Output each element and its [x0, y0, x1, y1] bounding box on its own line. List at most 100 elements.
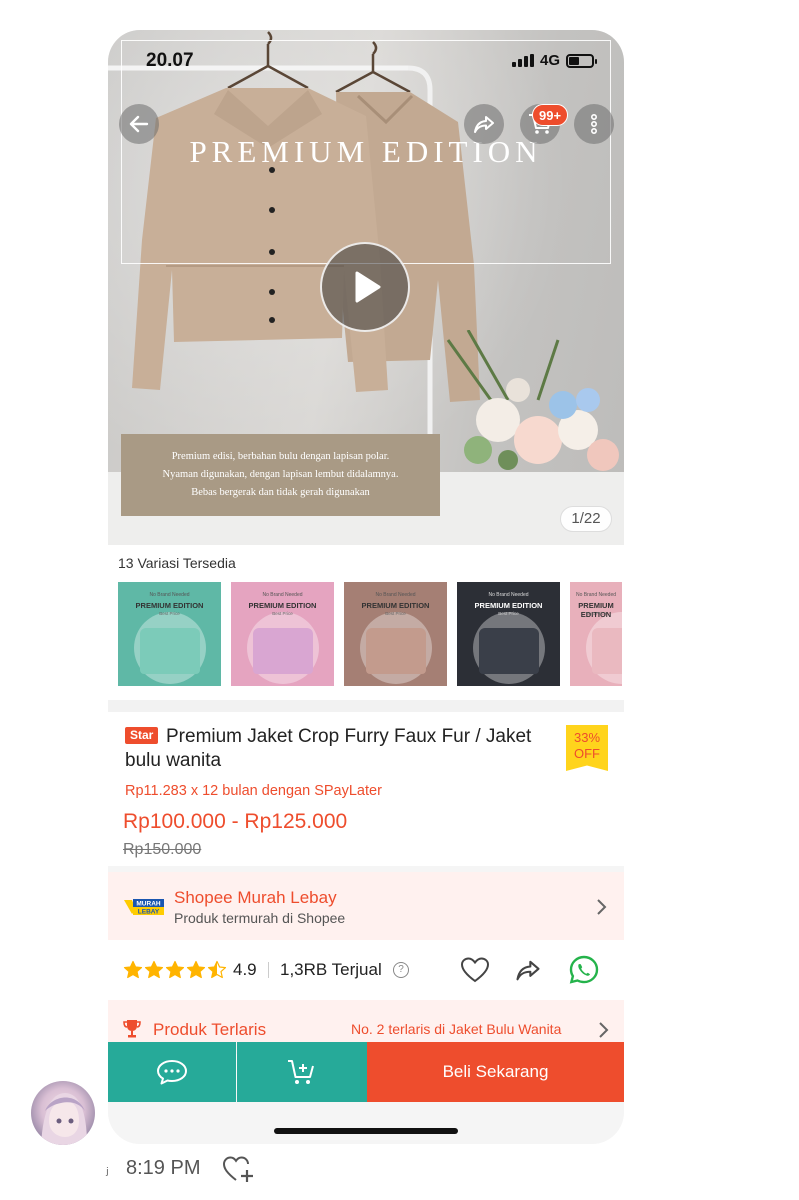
help-icon[interactable]: ? [393, 962, 409, 978]
product-image-carousel[interactable]: PREMIUM EDITION 20.07 4G 99+ Premium edi… [108, 30, 624, 545]
star-icon [207, 960, 227, 979]
whatsapp-icon[interactable] [568, 954, 600, 986]
variation-edition: PREMIUM EDITION [361, 601, 430, 610]
play-icon [355, 271, 381, 303]
hero-description-line: Bebas bergerak dan tidak gerah digunakan [191, 487, 370, 498]
variation-edition: PREMIUM EDITION [474, 601, 543, 610]
murah-lebay-title: Shopee Murah Lebay [174, 888, 337, 907]
share-icon [474, 116, 494, 133]
rating-value: 4.9 [233, 960, 257, 979]
variation-jacket-image [479, 628, 539, 674]
product-title-continued: bulu wanita [125, 750, 222, 771]
murah-logo-bottom: LEBAY [138, 908, 160, 915]
paylater-offer[interactable]: Rp11.283 x 12 bulan dengan SPayLater [125, 783, 382, 799]
star-icon [123, 960, 143, 979]
star-seller-badge: Star [125, 727, 159, 744]
variation-best-price: Best Price [498, 611, 519, 616]
buy-now-button[interactable]: Beli Sekarang [367, 1042, 624, 1102]
variation-brand: No Brand Needed [488, 592, 529, 598]
rating-row: 4.9 1,3RB Terjual ? [108, 940, 624, 1000]
murah-lebay-subtitle: Produk termurah di Shopee [174, 910, 346, 926]
home-indicator-area [108, 1102, 624, 1144]
heart-icon[interactable] [460, 956, 490, 984]
sold-count: 1,3RB Terjual [280, 960, 382, 979]
hero-description: Premium edisi, berbahan bulu dengan lapi… [121, 434, 440, 516]
variation-best-price: Best Price [385, 611, 406, 616]
variations-section: 13 Variasi Tersedia No Brand Needed PREMI… [108, 545, 624, 700]
signal-icon [512, 54, 534, 67]
phone-screenshot: PREMIUM EDITION 20.07 4G 99+ Premium edi… [108, 30, 624, 1144]
variation-brand: No Brand Needed [149, 592, 190, 598]
bestseller-label: Produk Terlaris [153, 1020, 267, 1039]
bestseller-row[interactable]: Produk Terlaris No. 2 terlaris di Jaket … [108, 1000, 624, 1042]
trophy-icon [123, 1020, 141, 1038]
variation-list: No Brand Needed PREMIUM EDITION Best Price… [118, 582, 622, 686]
variation-brand: No Brand Needed [262, 592, 303, 598]
variation-option[interactable]: No Brand Needed PREMIUM EDITION Best Price [570, 582, 622, 686]
variation-best-price: Best Price [272, 611, 293, 616]
hero-description-line: Nyaman digunakan, dengan lapisan lembut … [162, 469, 399, 480]
star-icon [144, 960, 164, 979]
variation-edition: PREMIUM EDITION [248, 601, 317, 610]
image-page-counter: 1/22 [560, 506, 612, 532]
more-options-button[interactable] [574, 104, 614, 144]
chat-icon [157, 1060, 187, 1085]
discount-label: OFF [574, 746, 600, 761]
add-to-cart-icon [288, 1060, 314, 1084]
variation-option[interactable]: No Brand Needed PREMIUM EDITION Best Price [118, 582, 221, 686]
variation-best-price: Best Price [159, 611, 180, 616]
rating-stars [123, 960, 227, 980]
variation-best-price: Best Price [585, 611, 607, 616]
variation-option[interactable]: No Brand Needed PREMIUM EDITION Best Price [344, 582, 447, 686]
variation-edition: PREMIUM EDITION [578, 601, 614, 619]
play-video-button[interactable] [320, 242, 410, 332]
home-indicator[interactable] [274, 1128, 458, 1134]
chevron-right-icon [599, 1022, 609, 1038]
back-button[interactable] [119, 104, 159, 144]
variation-jacket-image [140, 628, 200, 674]
variation-option[interactable]: No Brand Needed PREMIUM EDITION Best Price [231, 582, 334, 686]
bestseller-info: No. 2 terlaris di Jaket Bulu Wanita [351, 1021, 562, 1037]
message-timestamp: 8:19 PM [126, 1157, 201, 1179]
share-icon[interactable] [513, 956, 543, 984]
price-range: Rp100.000 - Rp125.000 [123, 810, 348, 833]
variation-jacket-image [253, 628, 313, 674]
product-title: Premium Jaket Crop Furry Faux Fur / Jake… [166, 726, 532, 747]
discount-percent: 33% [573, 730, 601, 745]
add-reaction-icon[interactable] [222, 1154, 256, 1184]
murah-logo-top: MURAH [136, 900, 160, 907]
more-vertical-icon [591, 113, 598, 134]
share-button[interactable] [464, 104, 504, 144]
cart-count-badge: 99+ [532, 104, 569, 126]
star-icon [186, 960, 206, 979]
status-time: 20.07 [146, 50, 194, 71]
sent-indicator-icon: ⱼ [106, 1161, 109, 1178]
variation-jacket-image [592, 628, 622, 674]
chat-button[interactable] [108, 1042, 236, 1102]
battery-icon [566, 53, 598, 68]
variation-jacket-image [366, 628, 426, 674]
murah-lebay-banner[interactable]: MURAH LEBAY Shopee Murah Lebay Produk te… [108, 872, 624, 940]
product-info: Star Premium Jaket Crop Furry Faux Fur /… [108, 712, 624, 866]
original-price: Rp150.000 [123, 841, 202, 858]
status-icons: 4G [512, 52, 598, 69]
add-to-cart-button[interactable] [237, 1042, 367, 1102]
section-divider [108, 700, 624, 712]
bottom-action-bar: Beli Sekarang [108, 1042, 624, 1102]
network-type: 4G [540, 52, 561, 69]
avatar[interactable] [31, 1081, 95, 1145]
flower-bouquet [446, 330, 619, 471]
divider [268, 962, 269, 978]
murah-lebay-logo: MURAH LEBAY [124, 899, 164, 915]
arrow-left-icon [129, 115, 149, 133]
star-icon [165, 960, 185, 979]
variation-edition: PREMIUM EDITION [135, 601, 204, 610]
variation-brand: No Brand Needed [575, 592, 617, 598]
avatar-illustration [41, 1093, 87, 1145]
variations-title: 13 Variasi Tersedia [118, 555, 236, 571]
chevron-right-icon [597, 899, 607, 915]
variation-brand: No Brand Needed [375, 592, 416, 598]
status-bar: 20.07 4G [108, 30, 624, 90]
hero-description-line: Premium edisi, berbahan bulu dengan lapi… [171, 451, 390, 462]
variation-option[interactable]: No Brand Needed PREMIUM EDITION Best Price [457, 582, 560, 686]
